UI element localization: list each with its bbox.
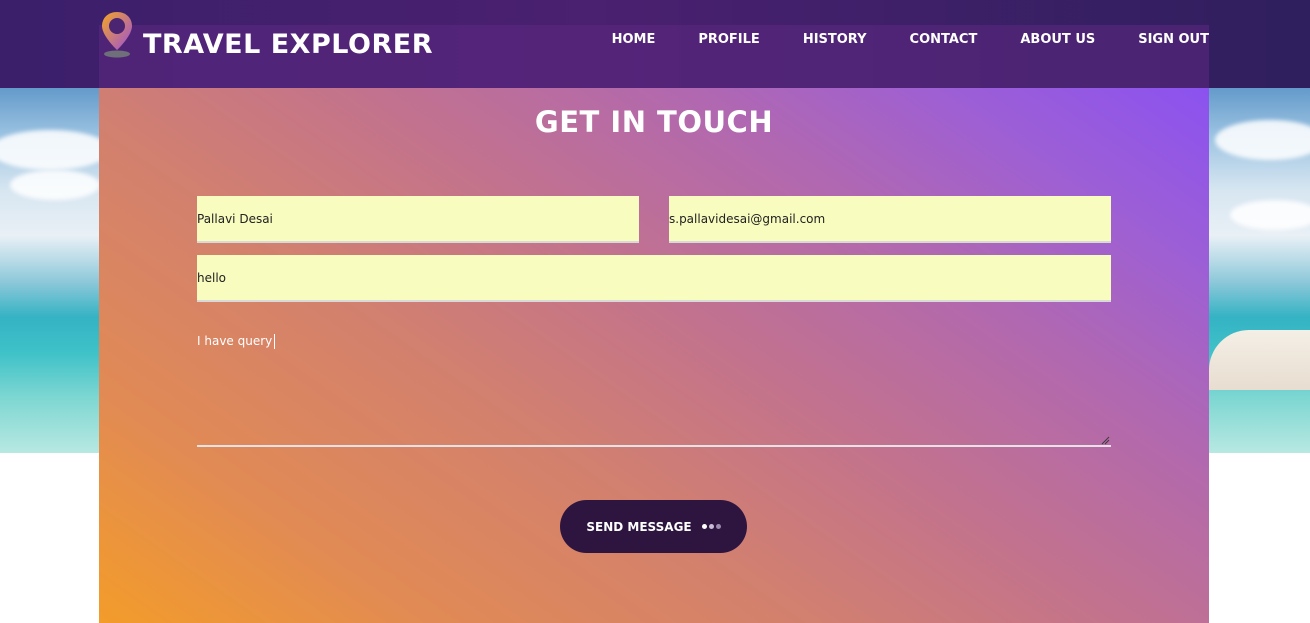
cloud xyxy=(1230,200,1310,230)
page: TRAVEL EXPLORER HOME PROFILE HISTORY CON… xyxy=(0,0,1310,623)
name-field[interactable] xyxy=(197,196,639,243)
page-title: GET IN TOUCH xyxy=(534,105,774,139)
nav-profile[interactable]: PROFILE xyxy=(698,31,759,49)
send-message-button[interactable]: SEND MESSAGE xyxy=(560,500,747,553)
contact-panel: GET IN TOUCH I have query SEND MESSAGE xyxy=(99,88,1209,623)
cloud xyxy=(0,130,110,170)
email-field[interactable] xyxy=(669,196,1111,243)
loading-dots-icon xyxy=(701,524,721,529)
map-pin-icon[interactable] xyxy=(99,10,135,58)
resize-handle-icon[interactable] xyxy=(1100,435,1110,445)
cloud xyxy=(1215,120,1310,160)
send-message-label: SEND MESSAGE xyxy=(586,519,692,534)
main-nav: HOME PROFILE HISTORY CONTACT ABOUT US SI… xyxy=(569,31,1209,49)
nav-history[interactable]: HISTORY xyxy=(803,31,867,49)
nav-sign-out[interactable]: SIGN OUT xyxy=(1138,31,1209,49)
cloud xyxy=(10,170,100,200)
nav-about-us[interactable]: ABOUT US xyxy=(1020,31,1095,49)
brand-title[interactable]: TRAVEL EXPLORER xyxy=(143,28,433,62)
subject-field[interactable] xyxy=(197,255,1111,302)
nav-home[interactable]: HOME xyxy=(612,31,656,49)
message-text: I have query xyxy=(197,334,273,348)
nav-contact[interactable]: CONTACT xyxy=(910,31,978,49)
beach-sand xyxy=(1209,330,1310,390)
message-textarea[interactable]: I have query xyxy=(197,328,1111,447)
text-caret xyxy=(274,334,276,349)
